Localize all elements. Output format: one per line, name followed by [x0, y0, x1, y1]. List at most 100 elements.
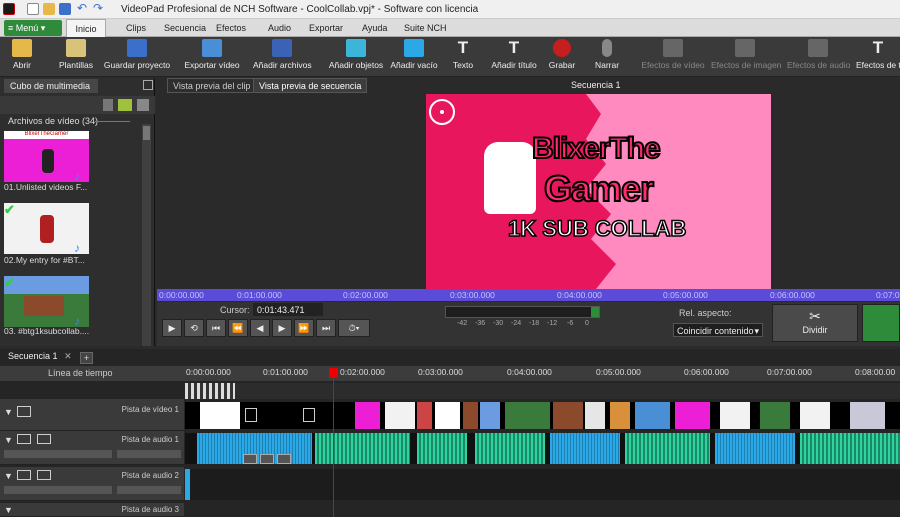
link-icon[interactable] [277, 454, 291, 464]
video-clip[interactable] [850, 402, 885, 429]
efectos-transicion-button[interactable]: T Efectos de t [856, 39, 900, 71]
video-clip[interactable] [385, 402, 415, 429]
volume-icon[interactable] [260, 454, 274, 464]
collapse-icon[interactable]: ▼ [4, 471, 13, 481]
grabar-button[interactable]: Grabar [548, 39, 576, 70]
aspect-select[interactable]: Coincidir contenido ▾ [673, 323, 763, 337]
go-to-end-button[interactable]: ⏭ [316, 319, 336, 337]
split-button[interactable]: ✂ Dividir [772, 304, 858, 342]
list-view-icon[interactable] [137, 99, 149, 111]
tab-clips[interactable]: Clips [126, 23, 146, 33]
audio-clip[interactable] [550, 433, 620, 464]
audio-clip[interactable] [475, 433, 545, 464]
undock-icon[interactable] [143, 80, 153, 90]
sequence-tab[interactable]: Secuencia 1 ✕ [8, 351, 72, 365]
audio-clip[interactable] [625, 433, 710, 464]
tab-secuencia[interactable]: Secuencia [164, 23, 206, 33]
volume-slider[interactable] [4, 450, 112, 458]
abrir-button[interactable]: Abrir [8, 39, 36, 70]
tab-audio[interactable]: Audio [268, 23, 291, 33]
step-forward-button[interactable]: ▶ [272, 319, 292, 337]
play-button[interactable]: ▶ [162, 319, 182, 337]
step-back-button[interactable]: ◀ [250, 319, 270, 337]
collapse-icon[interactable]: ▼ [4, 435, 13, 445]
video-clip[interactable] [760, 402, 790, 429]
video-clip[interactable] [435, 402, 460, 429]
media-thumbnail-1[interactable]: BlixerTheGamer ♪ [4, 131, 89, 182]
anadir-titulo-button[interactable]: T Añadir título [490, 39, 538, 71]
speed-dropdown[interactable]: ⏱▾ [338, 319, 370, 337]
video-visibility-icon[interactable] [17, 406, 31, 417]
media-scrollbar[interactable] [142, 124, 151, 346]
delete-icon[interactable] [103, 99, 113, 111]
solo-icon[interactable] [37, 434, 51, 444]
volume-slider[interactable] [4, 486, 112, 494]
video-clip[interactable] [610, 402, 630, 429]
audio-clip[interactable] [315, 433, 410, 464]
close-icon[interactable]: ✕ [64, 351, 72, 361]
save-icon[interactable] [59, 3, 71, 15]
speaker-icon[interactable] [17, 434, 31, 444]
video-clip[interactable] [635, 402, 670, 429]
new-folder-icon[interactable] [118, 99, 132, 111]
exportar-video-button[interactable]: Exportar vídeo [183, 39, 241, 70]
scroll-thumb[interactable] [143, 126, 150, 140]
tab-inicio[interactable]: Inicio [66, 19, 106, 37]
playhead[interactable] [329, 368, 338, 517]
anadir-vacio-button[interactable]: Añadir vacío [390, 39, 438, 70]
audio-clip[interactable] [185, 469, 190, 500]
tab-ayuda[interactable]: Ayuda [362, 23, 387, 33]
audio-clip[interactable] [715, 433, 795, 464]
anadir-archivos-button[interactable]: Añadir archivos [253, 39, 312, 70]
add-sequence-button[interactable]: + [80, 352, 93, 364]
solo-icon[interactable] [37, 470, 51, 480]
tab-sequence-preview[interactable]: Vista previa de secuencia [253, 78, 368, 93]
timeline-ruler[interactable]: Línea de tiempo 0:00:00.000 0:01:00.000 … [0, 366, 900, 381]
media-bin-tab[interactable]: Cubo de multimedia [4, 79, 98, 93]
video-clip[interactable] [675, 402, 710, 429]
tab-clip-preview[interactable]: Vista previa del clip [167, 78, 257, 93]
video-clip[interactable] [463, 402, 478, 429]
redo-icon[interactable]: ↷ [93, 1, 105, 15]
video-clip[interactable] [417, 402, 432, 429]
video-clips-lane[interactable] [185, 402, 900, 429]
video-clip[interactable] [720, 402, 750, 429]
fx-icon[interactable] [243, 454, 257, 464]
video-clip[interactable] [553, 402, 583, 429]
narrar-button[interactable]: Narrar [593, 39, 621, 70]
plantillas-button[interactable]: Plantillas [58, 39, 94, 70]
audio-clip[interactable] [417, 433, 467, 464]
audio-clips-lane-1[interactable] [185, 433, 900, 464]
new-file-icon[interactable] [27, 3, 39, 15]
cursor-time-display[interactable]: 0:01:43.471 [253, 303, 323, 316]
tab-exportar[interactable]: Exportar [309, 23, 343, 33]
pan-slider[interactable] [117, 450, 181, 458]
efectos-imagen-button[interactable]: Efectos de imagen [711, 39, 781, 70]
undo-icon[interactable]: ↶ [77, 1, 89, 15]
anadir-objetos-button[interactable]: Añadir objetos [328, 39, 384, 70]
media-thumbnail-3[interactable]: ♪ [4, 276, 89, 327]
efectos-audio-button[interactable]: Efectos de audio [787, 39, 850, 70]
preview-ruler[interactable]: 0:00:00.000 0:01:00.000 0:02:00.000 0:03… [157, 289, 900, 301]
main-menu-button[interactable]: ≡ Menú ▾ [4, 20, 62, 36]
open-folder-icon[interactable] [43, 3, 55, 15]
go-to-start-button[interactable]: ⏮ [206, 319, 226, 337]
pan-slider[interactable] [117, 486, 181, 494]
guardar-proyecto-button[interactable]: Guardar proyecto [103, 39, 171, 70]
video-clip[interactable] [505, 402, 550, 429]
audio-clip[interactable] [800, 433, 900, 464]
texto-button[interactable]: T Texto [450, 39, 476, 71]
video-clip[interactable] [355, 402, 380, 429]
loop-button[interactable]: ⟲ [184, 319, 204, 337]
video-clip[interactable] [480, 402, 500, 429]
tab-efectos[interactable]: Efectos [216, 23, 246, 33]
video-clip[interactable] [200, 402, 240, 429]
tab-suite-nch[interactable]: Suite NCH [404, 23, 447, 33]
video-clip[interactable] [800, 402, 830, 429]
previous-clip-button[interactable]: ⏪ [228, 319, 248, 337]
collapse-icon[interactable]: ▼ [4, 407, 13, 417]
efectos-video-button[interactable]: Efectos de vídeo [641, 39, 705, 70]
collapse-icon[interactable]: ▼ [4, 505, 13, 515]
next-clip-button[interactable]: ⏩ [294, 319, 314, 337]
audio-clips-lane-2[interactable] [185, 469, 900, 500]
